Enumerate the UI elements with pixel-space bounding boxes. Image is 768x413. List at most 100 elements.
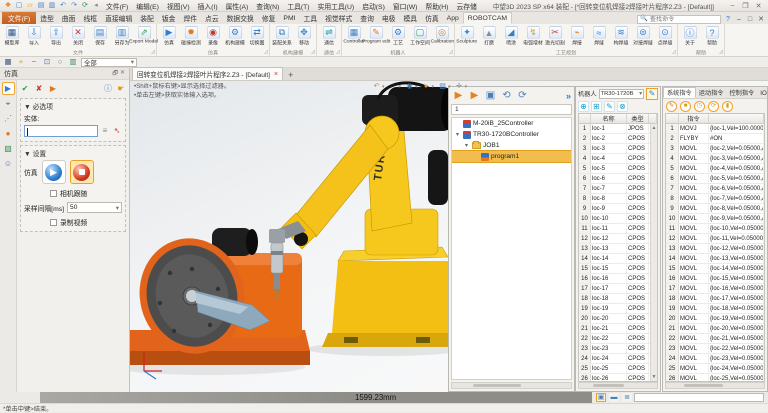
point-row[interactable]: 1loc-1JPOS1 bbox=[579, 124, 657, 134]
command-row[interactable]: 25MOVL{loc-24,Vel=0.05000,A bbox=[666, 364, 764, 374]
render-icon[interactable]: ▥ bbox=[68, 58, 78, 67]
point-row[interactable]: 23loc-23CPOS1 bbox=[579, 344, 657, 354]
point-row[interactable]: 6loc-6CPOS1 bbox=[579, 174, 657, 184]
list-icon[interactable]: ≡ bbox=[100, 126, 110, 136]
anchor-tool[interactable]: ✛▾ bbox=[455, 82, 468, 91]
pin-icon[interactable]: ➴ bbox=[112, 126, 122, 136]
ribbon-tab-视觉样式[interactable]: 视觉样式 bbox=[321, 12, 356, 24]
command-row[interactable]: 19MOVL{loc-18,Vel=0.05000,A bbox=[666, 304, 764, 314]
point-row[interactable]: 15loc-15CPOS1 bbox=[579, 264, 657, 274]
point-row[interactable]: 14loc-14CPOS1 bbox=[579, 254, 657, 264]
point-row[interactable]: 17loc-17CPOS1 bbox=[579, 284, 657, 294]
cancel-icon[interactable]: ✘ bbox=[34, 84, 44, 94]
command-row[interactable]: 14MOVL{loc-13,Vel=0.05000,A bbox=[666, 254, 764, 264]
select-circle-tool[interactable]: ◌▾ bbox=[389, 82, 402, 91]
ribbon-tab-造型[interactable]: 造型 bbox=[36, 12, 58, 24]
doc-restore-icon[interactable]: □ bbox=[745, 14, 755, 24]
close-tab-icon[interactable]: × bbox=[274, 71, 278, 78]
pick-icon[interactable]: ⌖ bbox=[2, 97, 15, 110]
remove-icon[interactable]: − bbox=[29, 58, 39, 67]
command-tab-IO指令[interactable]: IO指令 bbox=[757, 87, 767, 98]
dialog-launcher-icon[interactable]: ◿ bbox=[151, 49, 155, 55]
run-all-icon[interactable]: ▶ bbox=[468, 89, 481, 102]
close-window-button[interactable]: ✕ bbox=[752, 1, 765, 11]
ribbon-button-导入[interactable]: ⇩导入 bbox=[23, 25, 45, 48]
command-row[interactable]: 8MOVL{loc-7,Vel=0.05000,A bbox=[666, 194, 764, 204]
command-row[interactable]: 1MOVJ{loc-1,Vel=100.0000 bbox=[666, 124, 764, 134]
ribbon-button-装配关系[interactable]: ⧉装配关系 bbox=[271, 25, 293, 48]
point-row[interactable]: 13loc-13CPOS1 bbox=[579, 244, 657, 254]
command-row[interactable]: 2FLYBY#ON bbox=[666, 134, 764, 144]
open-file-icon[interactable]: ▱ bbox=[25, 1, 35, 11]
filter-select[interactable]: 全部 ▾ bbox=[81, 58, 137, 67]
point-row[interactable]: 24loc-24CPOS1 bbox=[579, 354, 657, 364]
record-simulation-button[interactable] bbox=[70, 160, 94, 184]
monitor-icon[interactable]: ▣ bbox=[484, 89, 497, 102]
ribbon-tab-robotcam[interactable]: ROBOTCAM bbox=[463, 12, 512, 24]
ribbon-button-录像[interactable]: ◉录像 bbox=[202, 25, 224, 48]
document-tab[interactable]: 回转变位机焊接2焊接叶片程序2.Z3 - [Default] × bbox=[132, 67, 283, 80]
ribbon-button-工作空间[interactable]: ▢工作空间 bbox=[409, 25, 431, 48]
ribbon-tab-数据交换[interactable]: 数据交换 bbox=[223, 12, 258, 24]
record-point-icon[interactable]: ⊕ bbox=[578, 101, 589, 112]
new-tab-button[interactable]: + bbox=[288, 70, 293, 80]
dialog-launcher-icon[interactable]: ◿ bbox=[264, 49, 268, 55]
point-row[interactable]: 2loc-2CPOS1 bbox=[579, 134, 657, 144]
command-row[interactable]: 13MOVL{loc-12,Vel=0.05000,A bbox=[666, 244, 764, 254]
commands-hscrollbar[interactable] bbox=[665, 382, 765, 389]
point-row[interactable]: 26loc-26CPOS1 bbox=[579, 374, 657, 381]
expand-panel-icon[interactable]: » bbox=[566, 91, 571, 101]
ribbon-button-移动[interactable]: ✥移动 bbox=[293, 25, 315, 48]
ribbon-button-Sculpture[interactable]: ✦Sculpture bbox=[456, 25, 478, 48]
ribbon-button-喷涂[interactable]: ◢喷涂 bbox=[500, 25, 522, 48]
teach-icon[interactable]: ✎ bbox=[646, 88, 658, 100]
ribbon-button-模型库[interactable]: ▦模型库 bbox=[1, 25, 23, 48]
command-row[interactable]: 20MOVL{loc-19,Vel=0.05000,A bbox=[666, 314, 764, 324]
point-row[interactable]: 12loc-12CPOS1 bbox=[579, 234, 657, 244]
command-row[interactable]: 5MOVL{loc-4,Vel=0.05000,A bbox=[666, 164, 764, 174]
command-tab-系统指令[interactable]: 系统指令 bbox=[663, 87, 696, 98]
delay-cmd-icon[interactable]: ◷ bbox=[694, 101, 705, 112]
doc-close-icon[interactable]: ✕ bbox=[756, 14, 766, 24]
menu-item-6[interactable]: 工具(T) bbox=[283, 1, 313, 11]
command-row[interactable]: 9MOVL{loc-8,Vel=0.05000,A bbox=[666, 204, 764, 214]
ribbon-tab-修复[interactable]: 修复 bbox=[258, 12, 280, 24]
ribbon-button-导出[interactable]: ⇧导出 bbox=[45, 25, 67, 48]
points-col-header[interactable] bbox=[579, 114, 591, 123]
points-vscrollbar[interactable]: ▲▼ bbox=[650, 124, 657, 381]
ok-icon[interactable]: ✔ bbox=[20, 84, 30, 94]
ribbon-button-切换图[interactable]: ⇄切换图 bbox=[246, 25, 268, 48]
redo-icon[interactable]: ↷ bbox=[69, 1, 79, 11]
overwrite-point-icon[interactable]: ✎ bbox=[604, 101, 615, 112]
ribbon-tab-点云[interactable]: 点云 bbox=[201, 12, 223, 24]
minimize-window-button[interactable]: – bbox=[726, 1, 739, 11]
dialog-launcher-icon[interactable]: ◿ bbox=[719, 49, 723, 55]
ribbon-tab-焊件[interactable]: 焊件 bbox=[179, 12, 201, 24]
regen-icon[interactable]: ⟳ bbox=[80, 1, 90, 11]
view-prev-icon[interactable]: ◂ bbox=[91, 1, 101, 11]
apply-icon[interactable]: ▶ bbox=[48, 84, 58, 94]
point-row[interactable]: 11loc-11CPOS1 bbox=[579, 224, 657, 234]
device-btn-icon[interactable]: ▬ bbox=[609, 393, 619, 402]
search-input[interactable] bbox=[650, 16, 718, 23]
save-file-icon[interactable]: ▤ bbox=[36, 1, 46, 11]
command-row[interactable]: 23MOVL{loc-22,Vel=0.05000,A bbox=[666, 344, 764, 354]
ribbon-tab-查询[interactable]: 查询 bbox=[356, 12, 378, 24]
ribbon-button-激光切割[interactable]: ✂激光切割 bbox=[544, 25, 566, 48]
section-header[interactable]: ▼ 必选项 bbox=[24, 101, 122, 111]
point-row[interactable]: 22loc-22CPOS1 bbox=[579, 334, 657, 344]
ribbon-button-碰撞检测[interactable]: ✹碰撞检测 bbox=[180, 25, 202, 48]
menu-item-8[interactable]: 启动(S) bbox=[358, 1, 389, 11]
loop-icon[interactable]: ⟲ bbox=[500, 89, 513, 102]
entity-input[interactable] bbox=[24, 125, 98, 137]
reset-cmd-icon[interactable]: ⟳ bbox=[708, 101, 719, 112]
doc-min-icon[interactable]: – bbox=[734, 14, 744, 24]
snapshot-icon[interactable]: ▧ bbox=[2, 142, 15, 155]
float-panel-icon[interactable]: 🗗 bbox=[112, 69, 118, 79]
menu-item-3[interactable]: 插入(I) bbox=[194, 1, 222, 11]
menu-item-4[interactable]: 属性(A) bbox=[222, 1, 253, 11]
command-row[interactable]: 15MOVL{loc-14,Vel=0.05000,A bbox=[666, 264, 764, 274]
background-tool[interactable]: ▧▾ bbox=[438, 82, 451, 91]
dialog-launcher-icon[interactable]: ◿ bbox=[672, 49, 676, 55]
command-row[interactable]: 11MOVL{loc-10,Vel=0.05000,A bbox=[666, 224, 764, 234]
